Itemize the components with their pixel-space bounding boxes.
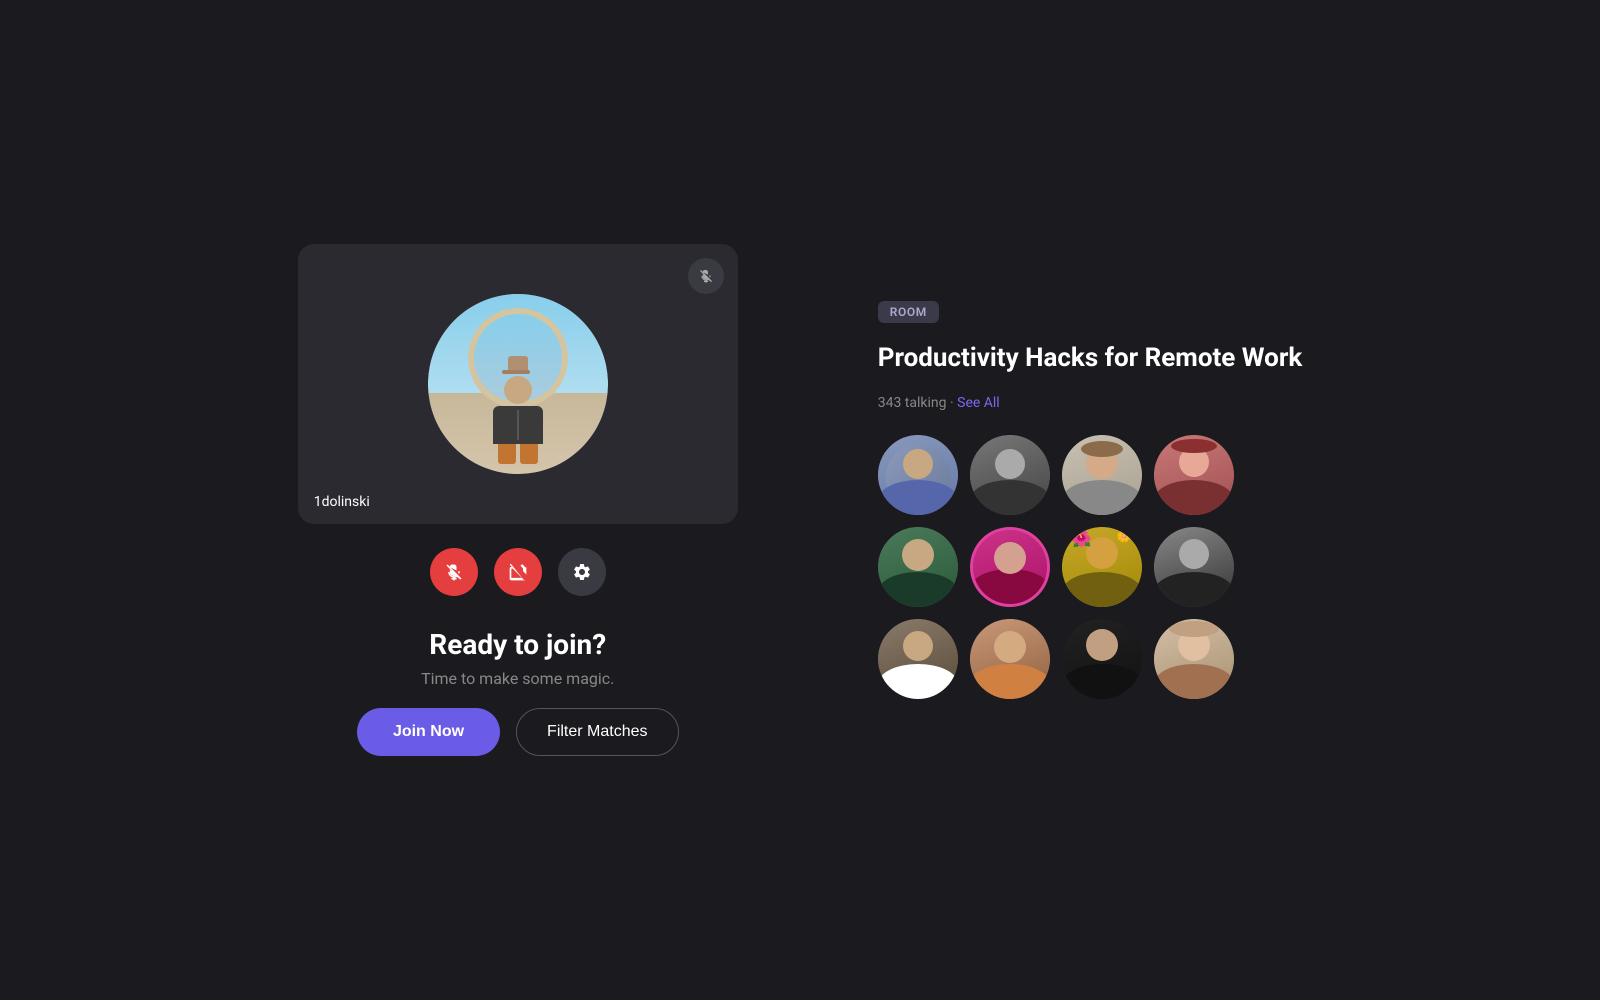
participant-avatar-5[interactable] — [878, 527, 958, 607]
filter-matches-button[interactable]: Filter Matches — [516, 708, 678, 756]
participant-avatar-3[interactable] — [1062, 435, 1142, 515]
participant-avatar-6[interactable] — [970, 527, 1050, 607]
right-panel: ROOM Productivity Hacks for Remote Work … — [878, 301, 1303, 698]
mic-toggle-button[interactable] — [430, 548, 478, 596]
participant-avatar-7[interactable]: 🌺 🌼 — [1062, 527, 1142, 607]
room-meta: 343 talking · See All — [878, 395, 1303, 411]
action-buttons: Join Now Filter Matches — [357, 708, 679, 756]
settings-button[interactable] — [558, 548, 606, 596]
main-container: 1dolinski Ready to j — [0, 0, 1600, 1000]
participant-avatar-8[interactable] — [1154, 527, 1234, 607]
user-avatar — [428, 294, 608, 474]
participant-avatar-1[interactable] — [878, 435, 958, 515]
participant-avatar-9[interactable] — [878, 619, 958, 699]
join-now-button[interactable]: Join Now — [357, 708, 500, 756]
mic-slash-icon — [698, 268, 714, 284]
settings-icon — [572, 562, 592, 582]
mute-indicator-icon[interactable] — [688, 258, 724, 294]
participants-grid: 🌺 🌼 — [878, 435, 1303, 699]
username-label: 1dolinski — [314, 494, 370, 510]
participant-avatar-12[interactable] — [1154, 619, 1234, 699]
left-panel: 1dolinski Ready to j — [298, 244, 738, 756]
room-title: Productivity Hacks for Remote Work — [878, 343, 1303, 374]
cta-subtitle: Time to make some magic. — [421, 669, 614, 688]
camera-toggle-button[interactable] — [494, 548, 542, 596]
cta-title: Ready to join? — [429, 628, 606, 661]
cta-section: Ready to join? Time to make some magic. … — [357, 628, 679, 756]
video-card: 1dolinski — [298, 244, 738, 524]
mic-off-icon — [444, 562, 464, 582]
room-badge: ROOM — [878, 301, 939, 323]
controls-bar — [430, 548, 606, 596]
participant-avatar-10[interactable] — [970, 619, 1050, 699]
talking-count: 343 talking — [878, 395, 947, 411]
participant-avatar-4[interactable] — [1154, 435, 1234, 515]
see-all-link[interactable]: See All — [957, 395, 1000, 411]
participant-avatar-11[interactable] — [1062, 619, 1142, 699]
participant-avatar-2[interactable] — [970, 435, 1050, 515]
camera-off-icon — [508, 562, 528, 582]
